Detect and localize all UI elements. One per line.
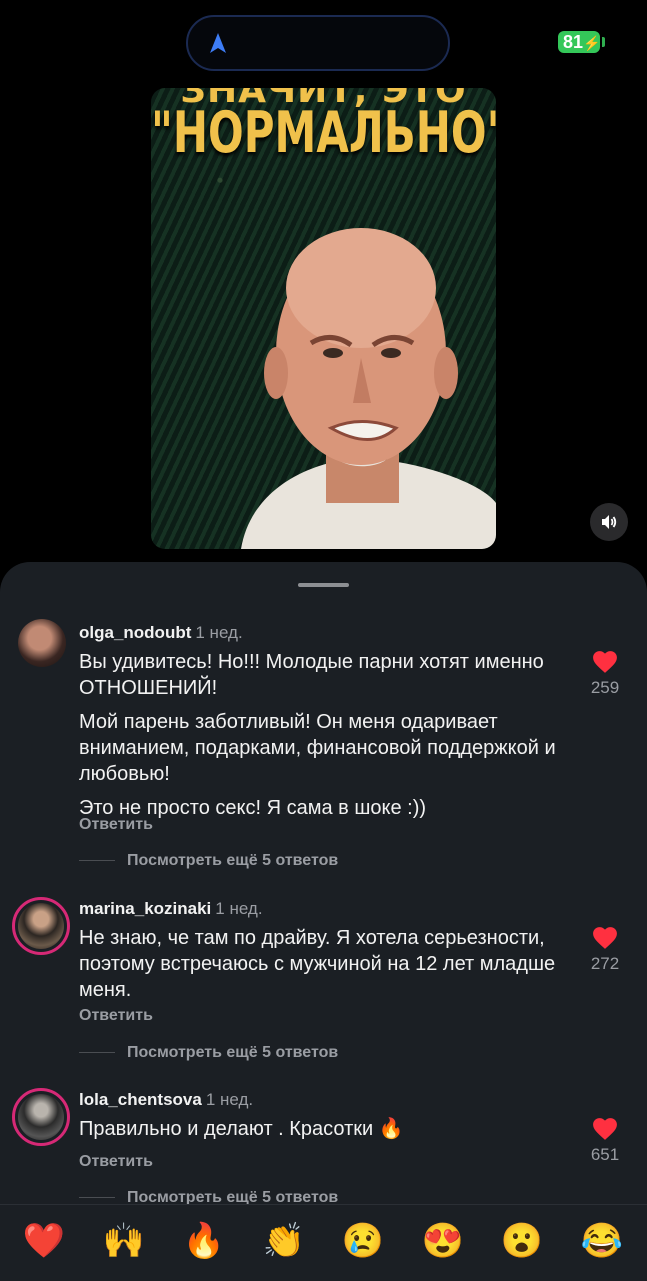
view-replies-label: Посмотреть ещё 5 ответов [127,852,339,869]
dynamic-island[interactable] [186,15,450,71]
username[interactable]: olga_nodoubt [79,623,191,642]
view-replies-label: Посмотреть ещё 5 ответов [127,1044,339,1061]
emoji-surprised[interactable]: 😮 [497,1221,547,1261]
comment-paragraph: Вы удивитесь! Но!!! Молодые парни хотят … [79,651,544,699]
avatar[interactable] [12,897,70,955]
like-button[interactable]: 651 [590,1117,620,1165]
comment-header: lola_chentsova 1 нед. [79,1090,253,1110]
view-replies-button[interactable]: Посмотреть ещё 5 ответов [79,1044,338,1062]
comment-paragraph: Правильно и делают . Красотки 🔥 [79,1118,404,1140]
like-button[interactable]: 259 [590,650,620,698]
emoji-heart-eyes[interactable]: 😍 [418,1221,468,1261]
emoji-laughing[interactable]: 😂 [577,1221,627,1261]
avatar-image [18,903,64,949]
emoji-crying[interactable]: 😢 [338,1221,388,1261]
divider [79,860,115,862]
charging-bolt-icon: ⚡ [583,35,601,51]
reply-button[interactable]: Ответить [79,1007,153,1025]
heart-icon [593,651,617,673]
like-count: 272 [590,954,620,973]
username[interactable]: lola_chentsova [79,1090,202,1109]
comment-time: 1 нед. [195,623,243,642]
comment-text: Не знаю, че там по драйву. Я хотела серь… [79,925,564,1011]
sheet-drag-handle[interactable] [298,583,349,587]
like-count: 259 [590,678,620,697]
person-illustration [241,228,496,549]
comment-text: Вы удивитесь! Но!!! Молодые парни хотят … [79,649,569,829]
video-player[interactable]: ЗНАЧИТ, ЭТО "НОРМАЛЬНО" [151,88,496,549]
location-arrow-icon [210,33,226,53]
emoji-heart[interactable]: ❤️ [19,1221,69,1261]
comment-paragraph: Не знаю, че там по драйву. Я хотела серь… [79,927,556,1001]
heart-icon [593,1118,617,1140]
avatar[interactable] [12,1088,70,1146]
divider [79,1052,115,1054]
reply-button[interactable]: Ответить [79,1153,153,1171]
comment-paragraph: Мой парень заботливый! Он меня одаривает… [79,711,556,785]
comment-time: 1 нед. [215,899,263,918]
heart-icon [593,927,617,949]
avatar[interactable] [18,619,66,667]
comment-header: olga_nodoubt 1 нед. [79,623,243,643]
like-count: 651 [590,1145,620,1164]
battery-cap [602,37,605,47]
comment-text: Правильно и делают . Красотки 🔥 [79,1116,569,1150]
sound-toggle-button[interactable] [590,503,628,541]
speaker-icon [602,515,617,529]
view-replies-button[interactable]: Посмотреть ещё 5 ответов [79,852,338,870]
battery-indicator: 81⚡ [558,31,600,53]
emoji-clapping[interactable]: 👏 [259,1221,309,1261]
battery-level: 81 [563,32,584,52]
video-caption: "НОРМАЛЬНО" [151,99,496,166]
comment-time: 1 нед. [205,1090,254,1109]
emoji-reaction-bar: ❤️ 🙌 🔥 👏 😢 😍 😮 😂 [0,1204,647,1281]
like-button[interactable]: 272 [590,926,620,974]
comments-sheet: olga_nodoubt 1 нед. Вы удивитесь! Но!!! М… [0,562,647,1280]
avatar-image [18,1094,64,1140]
username[interactable]: marina_kozinaki [79,899,211,918]
emoji-raised-hands[interactable]: 🙌 [99,1221,149,1261]
reply-button[interactable]: Ответить [79,816,153,834]
divider [79,1197,115,1199]
comment-header: marina_kozinaki 1 нед. [79,899,263,919]
emoji-fire[interactable]: 🔥 [179,1221,229,1261]
